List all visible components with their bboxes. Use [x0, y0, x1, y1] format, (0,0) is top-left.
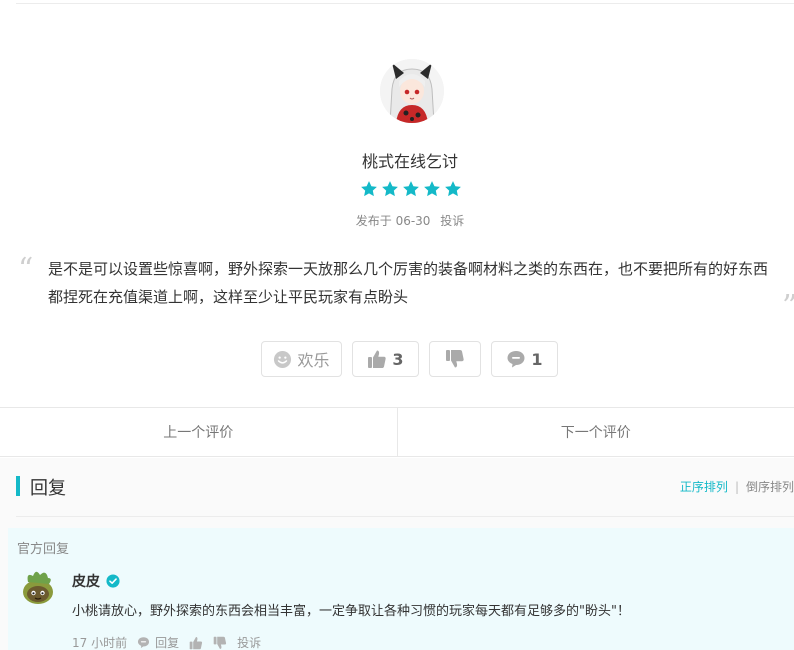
sort-options: 正序排列 | 倒序排列 — [680, 478, 794, 495]
smiley-icon — [274, 350, 292, 368]
downvote-button[interactable] — [429, 341, 481, 377]
upvote-button[interactable]: 3 — [352, 341, 419, 377]
fun-label: 欢乐 — [297, 351, 330, 370]
star-icon — [445, 181, 461, 197]
reply-downvote-button[interactable] — [213, 636, 227, 650]
star-icon — [361, 181, 377, 197]
upvote-count: 3 — [392, 349, 404, 369]
anime-girl-avatar-icon — [380, 59, 444, 123]
developer-reply-text: 小桃请放心，野外探索的东西会相当丰富，一定争取让各种习惯的玩家每天都有足够多的"… — [72, 604, 630, 619]
star-icon — [424, 181, 440, 197]
reply-timestamp: 17 小时前 — [72, 636, 128, 650]
thumbs-down-icon — [213, 636, 227, 649]
rating-stars — [360, 180, 462, 198]
thumbs-up-icon — [189, 636, 203, 649]
reply-report-link[interactable]: 投诉 — [237, 634, 261, 650]
developer-name-row: 皮皮 — [72, 571, 120, 591]
star-icon — [382, 181, 398, 197]
replies-title: 回复 — [30, 478, 66, 499]
sort-separator: | — [734, 480, 739, 494]
reviewer-name[interactable]: 桃式在线乞讨 — [0, 148, 794, 172]
report-link[interactable]: 投诉 — [440, 214, 464, 228]
replies-divider — [16, 516, 794, 517]
thumbs-down-icon — [446, 350, 464, 368]
official-reply: 官方回复 皮皮 小桃请放心，野外探索的东西会相当丰富，一定争取让各种习惯的玩家每… — [8, 528, 794, 650]
top-divider — [16, 3, 794, 4]
reply-upvote-button[interactable] — [189, 636, 203, 650]
section-accent-bar — [16, 476, 20, 496]
fun-button[interactable]: 欢乐 — [261, 341, 342, 377]
reviewer-avatar[interactable] — [380, 59, 444, 123]
sort-descending[interactable]: 倒序排列 — [746, 480, 794, 494]
comment-count: 1 — [531, 349, 543, 369]
review-meta: 发布于 06-30 投诉 — [0, 212, 794, 229]
next-review-link[interactable]: 下一个评价 — [398, 408, 794, 456]
official-reply-label: 官方回复 — [17, 542, 70, 557]
reply-label: 回复 — [155, 636, 180, 650]
comment-bubble-icon — [138, 637, 150, 649]
close-quote-icon: ” — [782, 292, 794, 322]
comment-bubble-icon — [507, 351, 525, 368]
verified-badge-icon — [106, 574, 120, 588]
reply-button[interactable]: 回复 — [137, 634, 179, 650]
developer-reply-meta: 17 小时前 回复 投诉 — [72, 634, 261, 650]
sort-ascending[interactable]: 正序排列 — [680, 480, 728, 494]
replies-header: 回复 正序排列 | 倒序排列 — [16, 474, 794, 499]
thumbs-up-icon — [368, 350, 387, 368]
replies-section: 回复 正序排列 | 倒序排列 官方回复 皮皮 小桃请放心，野外探索的东西会相当丰富，… — [0, 458, 794, 650]
open-quote-icon: “ — [18, 252, 34, 287]
developer-name[interactable]: 皮皮 — [72, 571, 100, 591]
review-text: 是不是可以设置些惊喜啊，野外探索一天放那么几个厉害的装备啊材料之类的东西在，也不… — [48, 260, 769, 306]
comment-button[interactable]: 1 — [491, 341, 558, 377]
prev-review-link[interactable]: 上一个评价 — [0, 408, 398, 456]
date-prefix: 发布于 — [355, 214, 392, 228]
review-pagination: 上一个评价 下一个评价 — [0, 407, 794, 457]
star-icon — [403, 181, 419, 197]
review-date: 06-30 — [395, 214, 431, 228]
review-actions: 欢乐 3 1 — [261, 341, 558, 377]
developer-avatar-icon[interactable] — [18, 566, 58, 606]
